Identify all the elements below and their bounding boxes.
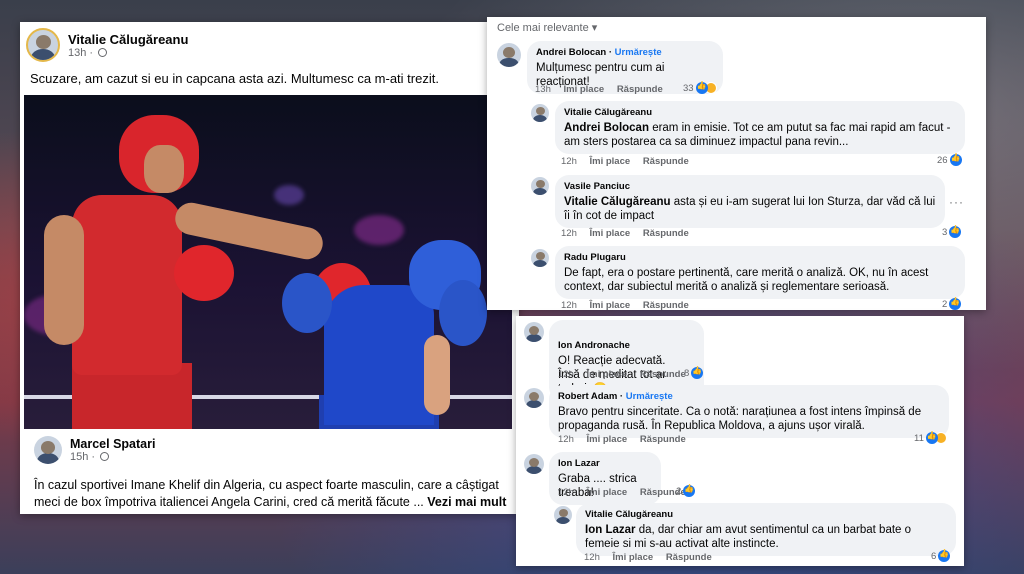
comment-author[interactable]: Ion Andronache (558, 339, 695, 353)
reaction-count[interactable]: 2 (676, 484, 696, 497)
see-more-link[interactable]: Vezi mai mult (427, 495, 506, 509)
comment-time[interactable]: 12h (561, 156, 577, 167)
comment-bubble: Robert Adam · Urmărește Bravo pentru sin… (549, 385, 949, 438)
globe-icon (98, 47, 108, 57)
avatar[interactable] (26, 28, 60, 62)
comment-text: Bravo pentru sinceritate. Ca o notă: nar… (558, 406, 922, 432)
like-button[interactable]: Îmi place (564, 84, 605, 95)
like-icon (691, 366, 704, 379)
comment-time[interactable]: 12h (561, 228, 577, 239)
comments-panel: Ion Andronache O! Reacție adecvată. Însă … (516, 316, 964, 566)
like-button[interactable]: Îmi place (590, 156, 631, 167)
avatar[interactable] (524, 388, 544, 408)
comment-author[interactable]: Robert Adam (558, 391, 617, 402)
reaction-count[interactable]: 6 (931, 549, 951, 562)
shared-post-header: Marcel Spatari 15h · (34, 436, 155, 464)
reply-button[interactable]: Răspunde (640, 369, 686, 380)
reaction-count[interactable]: 26 (937, 153, 962, 166)
comment-author[interactable]: Vasile Panciuc (564, 180, 936, 194)
comment-time[interactable]: 12h (558, 487, 574, 498)
post-header: Vitalie Călugăreanu 13h · (26, 28, 188, 62)
comment-author[interactable]: Ion Lazar (558, 457, 652, 471)
comment-time[interactable]: 12h (558, 369, 574, 380)
post-time[interactable]: 13h (68, 47, 86, 59)
comment-text: De fapt, era o postare pertinentă, care … (564, 267, 929, 293)
facebook-post: Vitalie Călugăreanu 13h · Scuzare, am ca… (20, 22, 519, 514)
post-author[interactable]: Vitalie Călugăreanu (68, 32, 188, 47)
comment-author[interactable]: Vitalie Călugăreanu (564, 106, 956, 120)
comment-time[interactable]: 12h (584, 552, 600, 563)
reply-button[interactable]: Răspunde (617, 84, 663, 95)
comment-bubble: Vitalie Călugăreanu Ion Lazar da, dar ch… (576, 503, 956, 556)
comment-actions: 12h Îmi place Răspunde (561, 300, 699, 311)
comment-time[interactable]: 13h (535, 84, 551, 95)
avatar[interactable] (531, 249, 549, 267)
post-text: Scuzare, am cazut si eu in capcana asta … (30, 71, 439, 86)
comment-bubble: Vitalie Călugăreanu Andrei Bolocan eram … (555, 101, 965, 154)
reaction-count[interactable]: 11 (914, 431, 947, 444)
like-button[interactable]: Îmi place (587, 434, 628, 445)
comment-author[interactable]: Vitalie Călugăreanu (585, 508, 947, 522)
like-icon (925, 431, 938, 444)
comment-actions: 13h Îmi place Răspunde (535, 84, 673, 95)
reply-button[interactable]: Răspunde (666, 552, 712, 563)
mention-link[interactable]: Ion Lazar (585, 524, 635, 536)
chevron-down-icon: ▾ (591, 22, 598, 34)
reaction-count[interactable]: 33 (683, 81, 717, 94)
comments-panel: Cele mai relevante ▾ Andrei Bolocan · Ur… (487, 17, 986, 311)
avatar[interactable] (524, 454, 544, 474)
shared-post-time[interactable]: 15h (70, 451, 88, 463)
like-icon (938, 549, 951, 562)
like-button[interactable]: Îmi place (590, 228, 631, 239)
comment-author[interactable]: Andrei Bolocan (536, 47, 606, 58)
mention-link[interactable]: Andrei Bolocan (564, 122, 649, 134)
like-icon (949, 297, 962, 310)
like-button[interactable]: Îmi place (587, 369, 628, 380)
like-button[interactable]: Îmi place (590, 300, 631, 311)
like-button[interactable]: Îmi place (613, 552, 654, 563)
avatar[interactable] (554, 506, 572, 524)
mention-link[interactable]: Vitalie Călugăreanu (564, 196, 671, 208)
follow-button[interactable]: Urmărește (615, 47, 662, 58)
sort-dropdown[interactable]: Cele mai relevante ▾ (497, 21, 597, 34)
reaction-count[interactable]: 8 (684, 366, 704, 379)
comment-actions: 12h Îmi place Răspunde (558, 369, 696, 380)
avatar[interactable] (531, 177, 549, 195)
avatar[interactable] (531, 104, 549, 122)
comment-actions: 12h Îmi place Răspunde (561, 228, 699, 239)
comment-time[interactable]: 12h (558, 434, 574, 445)
like-button[interactable]: Îmi place (587, 487, 628, 498)
follow-button[interactable]: Urmărește (626, 391, 673, 402)
comment-bubble: Vasile Panciuc Vitalie Călugăreanu asta … (555, 175, 945, 228)
shared-post-text: În cazul sportivei Imane Khelif din Alge… (34, 477, 514, 511)
shared-post-author[interactable]: Marcel Spatari (70, 437, 155, 451)
like-icon (949, 225, 962, 238)
reply-button[interactable]: Răspunde (643, 156, 689, 167)
reaction-count[interactable]: 3 (942, 225, 962, 238)
reaction-count[interactable]: 2 (942, 297, 962, 310)
post-photo[interactable] (24, 95, 512, 429)
like-icon (695, 81, 708, 94)
avatar[interactable] (34, 436, 62, 464)
avatar[interactable] (497, 43, 521, 67)
comment-bubble: Radu Plugaru De fapt, era o postare pert… (555, 246, 965, 299)
like-icon (683, 484, 696, 497)
reply-button[interactable]: Răspunde (643, 300, 689, 311)
comment-actions: 12h Îmi place Răspunde (558, 434, 696, 445)
comment-author[interactable]: Radu Plugaru (564, 251, 956, 265)
reply-button[interactable]: Răspunde (640, 434, 686, 445)
like-icon (949, 153, 962, 166)
comment-actions: 12h Îmi place Răspunde (561, 156, 699, 167)
avatar[interactable] (524, 322, 544, 342)
globe-icon (100, 452, 110, 461)
comment-time[interactable]: 12h (561, 300, 577, 311)
reply-button[interactable]: Răspunde (643, 228, 689, 239)
comment-actions: 12h Îmi place Răspunde (584, 552, 722, 563)
more-options-icon[interactable]: ··· (949, 195, 964, 209)
